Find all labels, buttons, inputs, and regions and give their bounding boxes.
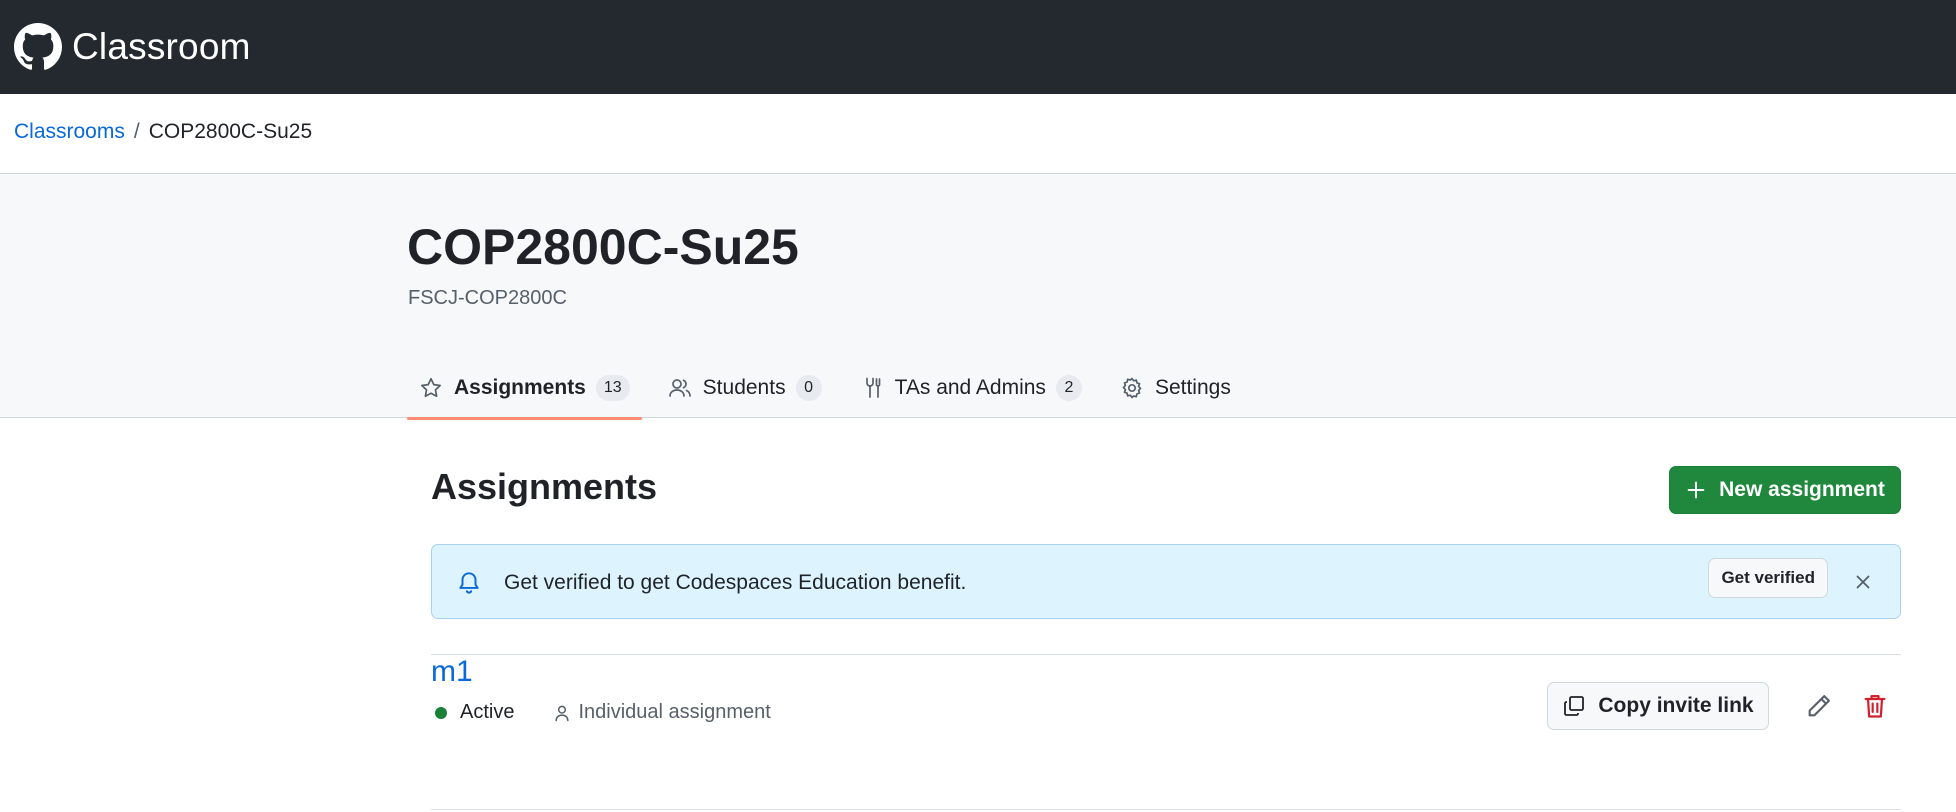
banner-text: Get verified to get Codespaces Education… — [504, 571, 967, 594]
tab-tas-and-admins-label: TAs and Admins — [894, 376, 1046, 399]
get-verified-button[interactable]: Get verified — [1708, 558, 1828, 598]
bell-icon — [459, 572, 479, 594]
tab-students-count: 0 — [795, 375, 822, 401]
assignment-type: Individual assignment — [578, 701, 771, 723]
copy-invite-link-label: Copy invite link — [1598, 694, 1754, 717]
top-bar: Classroom — [0, 0, 1956, 94]
tab-students[interactable]: Students 0 — [656, 358, 834, 418]
classroom-tabs: Assignments 13 Students 0 TAs and Admins… — [407, 358, 1257, 420]
breadcrumb-classrooms-link[interactable]: Classrooms — [14, 120, 125, 144]
tab-tas-and-admins-count: 2 — [1055, 375, 1082, 401]
tools-icon — [865, 377, 880, 398]
status-dot-icon — [435, 706, 447, 719]
tab-assignments-label: Assignments — [454, 376, 586, 399]
assignment-meta: Active Individual assignment — [435, 701, 771, 724]
github-logo-icon[interactable] — [14, 23, 62, 71]
classroom-header: COP2800C-Su25 FSCJ-COP2800C Assignments … — [0, 173, 1956, 420]
assignment-name-link[interactable]: m1 — [431, 655, 473, 689]
person-icon — [555, 705, 570, 721]
tab-assignments[interactable]: Assignments 13 — [407, 358, 642, 420]
breadcrumb: Classrooms / COP2800C-Su25 — [14, 120, 312, 144]
new-assignment-label: New assignment — [1719, 478, 1885, 501]
tab-settings-label: Settings — [1154, 376, 1231, 399]
plus-icon — [1687, 481, 1705, 499]
pencil-icon[interactable] — [1805, 692, 1833, 720]
list-divider-bottom — [431, 809, 1901, 810]
assignments-header: Assignments New assignment — [431, 466, 1901, 516]
new-assignment-button[interactable]: New assignment — [1669, 466, 1901, 514]
star-icon — [421, 377, 441, 398]
assignments-title: Assignments — [431, 466, 658, 507]
tab-settings[interactable]: Settings — [1108, 358, 1243, 418]
copy-invite-link-button[interactable]: Copy invite link — [1547, 682, 1769, 730]
assignment-row: m1 Active Individual assignment Copy inv… — [431, 655, 1901, 777]
classroom-organization: FSCJ-COP2800C — [408, 287, 567, 309]
gear-icon — [1122, 377, 1142, 399]
assignment-status: Active — [460, 701, 515, 723]
tab-assignments-count: 13 — [595, 375, 630, 401]
trash-icon[interactable] — [1861, 692, 1889, 720]
breadcrumb-separator: / — [133, 120, 140, 143]
people-icon — [668, 379, 691, 397]
copy-icon — [1564, 696, 1585, 716]
classroom-title: COP2800C-Su25 — [407, 219, 799, 275]
tab-students-label: Students — [702, 376, 786, 399]
breadcrumb-current: COP2800C-Su25 — [148, 120, 313, 143]
tab-tas-and-admins[interactable]: TAs and Admins 2 — [848, 358, 1094, 418]
app-title[interactable]: Classroom — [72, 26, 251, 68]
close-icon[interactable] — [1852, 571, 1874, 593]
verification-banner: Get verified to get Codespaces Education… — [431, 544, 1901, 619]
